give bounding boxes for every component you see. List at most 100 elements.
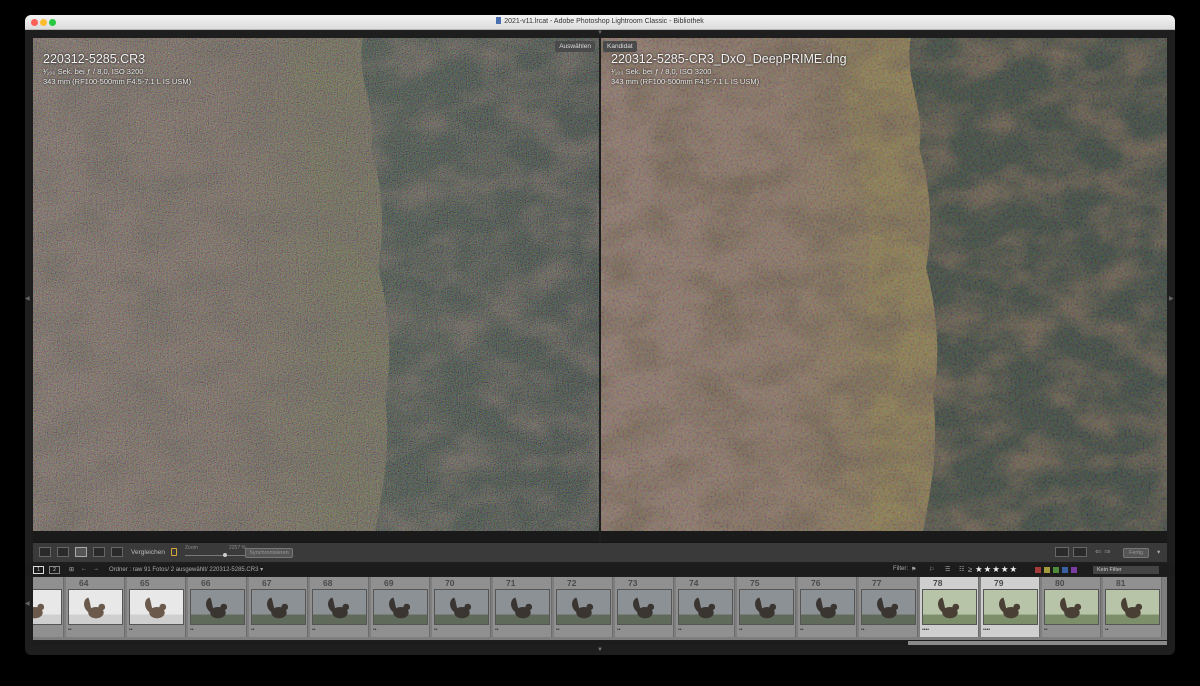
- bottom-panel-toggle-icon[interactable]: ▼: [597, 647, 603, 653]
- filmstrip-thumbnail[interactable]: 67 ••: [249, 577, 308, 637]
- green-label-filter[interactable]: [1053, 567, 1059, 573]
- zoom-value: 2257 %: [229, 545, 246, 551]
- filmstrip-thumbnail[interactable]: 75 ••: [737, 577, 796, 637]
- thumbnail-image: [739, 589, 794, 625]
- grid-shortcut-icon[interactable]: ⊞: [69, 566, 74, 573]
- back-icon[interactable]: ←: [81, 566, 87, 572]
- loupe-view-icon[interactable]: [57, 547, 69, 557]
- red-label-filter[interactable]: [1035, 567, 1041, 573]
- previous-next-icon[interactable]: ⇐ ⇒: [1095, 547, 1111, 556]
- thumbnail-image: [129, 589, 184, 625]
- filmstrip-thumbnail[interactable]: 74 ••: [676, 577, 735, 637]
- thumbnail-rating: ••: [434, 627, 438, 633]
- thumbnail-rating: ••: [739, 627, 743, 633]
- candidate-info-overlay: 220312-5285-CR3_DxO_DeepPRIME.dng ¹⁄₁₀₀ …: [611, 52, 847, 86]
- thumbnail-image: [800, 589, 855, 625]
- compare-mode-label: Vergleichen: [131, 549, 165, 556]
- toolbar-menu-icon[interactable]: ▾: [1157, 548, 1160, 556]
- filmstrip-thumbnail[interactable]: 71 ••: [493, 577, 552, 637]
- thumbnail-rating: ••: [129, 627, 133, 633]
- filmstrip-left-arrow-icon[interactable]: ◀: [25, 600, 30, 607]
- sync-button[interactable]: Synchronisieren: [245, 548, 293, 558]
- thumbnail-rating: ••: [251, 627, 255, 633]
- thumbnail-index: 64: [79, 578, 89, 588]
- right-panel-toggle-icon[interactable]: ▶: [1169, 295, 1174, 302]
- filmstrip-header: 1 2 ⊞ ← → Ordner : raw 91 Fotos/ 2 ausge…: [25, 564, 1175, 576]
- filmstrip-thumbnail[interactable]: 68 ••: [310, 577, 369, 637]
- rating-filter-stars[interactable]: ★★★★★: [975, 564, 1018, 575]
- virtual-copy-filter-icon[interactable]: ☰: [945, 566, 950, 573]
- lightroom-window: 2021-v11.lrcat - Adobe Photoshop Lightro…: [25, 15, 1175, 655]
- filmstrip-thumbnail[interactable]: 77 ••: [859, 577, 918, 637]
- thumbnail-index: 67: [262, 578, 272, 588]
- filmstrip-thumbnail[interactable]: 76 ••: [798, 577, 857, 637]
- thumbnail-image: [312, 589, 367, 625]
- filmstrip-thumbnail[interactable]: 81 ••: [1103, 577, 1162, 637]
- filmstrip-thumbnail[interactable]: 70 ••: [432, 577, 491, 637]
- filmstrip-thumbnail[interactable]: [33, 577, 64, 637]
- thumbnail-index: 81: [1116, 578, 1126, 588]
- thumbnail-rating: ••: [190, 627, 194, 633]
- compare-toolbar: Vergleichen Zoom 2257 % Synchronisieren …: [33, 542, 1167, 562]
- thumbnail-index: 73: [628, 578, 638, 588]
- master-filter-icon[interactable]: ☷: [959, 566, 964, 573]
- candidate-label: Kandidat: [603, 41, 637, 52]
- done-button[interactable]: Fertig: [1123, 548, 1149, 558]
- grid-view-icon[interactable]: [39, 547, 51, 557]
- filmstrip-thumbnail[interactable]: 64 ••: [66, 577, 125, 637]
- thumbnail-rating: ••: [556, 627, 560, 633]
- flag-filter-alt-icon[interactable]: ⚐: [929, 566, 934, 573]
- window-title-wrap: 2021-v11.lrcat - Adobe Photoshop Lightro…: [25, 17, 1175, 25]
- top-panel-toggle-icon[interactable]: ▼: [597, 30, 603, 36]
- survey-view-icon[interactable]: [93, 547, 105, 557]
- filmstrip-thumbnail[interactable]: 65 ••: [127, 577, 186, 637]
- thumbnail-image: [434, 589, 489, 625]
- main-screen-button[interactable]: 1: [33, 566, 44, 574]
- thumbnail-image: [617, 589, 672, 625]
- thumbnail-index: 80: [1055, 578, 1065, 588]
- filmstrip-thumbnail[interactable]: 72 ••: [554, 577, 613, 637]
- filmstrip-scroll-thumb[interactable]: [908, 641, 1167, 645]
- thumbnail-rating: ••: [617, 627, 621, 633]
- filmstrip-thumbnail[interactable]: 78 ••••: [920, 577, 979, 637]
- filmstrip-thumbnail[interactable]: 80 ••: [1042, 577, 1101, 637]
- thumbnail-index: 78: [933, 578, 943, 588]
- blue-label-filter[interactable]: [1062, 567, 1068, 573]
- thumbnail-image: [68, 589, 123, 625]
- rating-operator[interactable]: ≥: [968, 565, 972, 574]
- thumbnail-image: [556, 589, 611, 625]
- catalog-file-icon: [496, 17, 502, 24]
- make-select-icon[interactable]: [1073, 547, 1087, 557]
- people-view-icon[interactable]: [111, 547, 123, 557]
- select-lens: 343 mm (RF100-500mm F4.5-7.1 L IS USM): [43, 77, 192, 86]
- filmstrip-thumbnail[interactable]: 66 ••: [188, 577, 247, 637]
- thumbnail-image: [251, 589, 306, 625]
- thumbnail-rating: ••: [861, 627, 865, 633]
- zoom-lock-icon[interactable]: [171, 548, 177, 556]
- filmstrip[interactable]: 64 •• 65 •• 66 •• 67 •• 68 •• 69 •• 70 •• 71 •• 72 •• 73 ••…: [33, 577, 1167, 640]
- source-path[interactable]: Ordner : raw 91 Fotos/ 2 ausgewählt/ 220…: [109, 566, 263, 573]
- candidate-pane[interactable]: Kandidat 220312-5285-CR3_DxO_DeepPRIME.d…: [601, 38, 1167, 555]
- second-screen-button[interactable]: 2: [49, 566, 60, 574]
- thumbnail-index: 76: [811, 578, 821, 588]
- zoom-slider-track[interactable]: [185, 555, 249, 556]
- filmstrip-thumbnail[interactable]: 79 ••••: [981, 577, 1040, 637]
- compare-view-icon[interactable]: [75, 547, 87, 557]
- flag-filter-icon[interactable]: ⚑: [911, 566, 916, 573]
- left-panel-toggle-icon[interactable]: ◀: [25, 295, 30, 302]
- thumbnail-image: [495, 589, 550, 625]
- purple-label-filter[interactable]: [1071, 567, 1077, 573]
- swap-icon[interactable]: [1055, 547, 1069, 557]
- filmstrip-thumbnail[interactable]: 73 ••: [615, 577, 674, 637]
- thumbnail-image: [983, 589, 1038, 625]
- filter-preset-select[interactable]: Kein Filter: [1093, 566, 1159, 574]
- yellow-label-filter[interactable]: [1044, 567, 1050, 573]
- filmstrip-thumbnail[interactable]: 69 ••: [371, 577, 430, 637]
- thumbnail-rating: ••••: [983, 627, 991, 633]
- candidate-photo-image: [601, 38, 1167, 531]
- zoom-slider-knob[interactable]: [223, 553, 227, 557]
- thumbnail-image: [1044, 589, 1099, 625]
- thumbnail-index: 69: [384, 578, 394, 588]
- forward-icon[interactable]: →: [93, 566, 99, 572]
- select-pane[interactable]: Auswählen 220312-5285.CR3 ¹⁄₁₀₀ Sek. bei…: [33, 38, 599, 555]
